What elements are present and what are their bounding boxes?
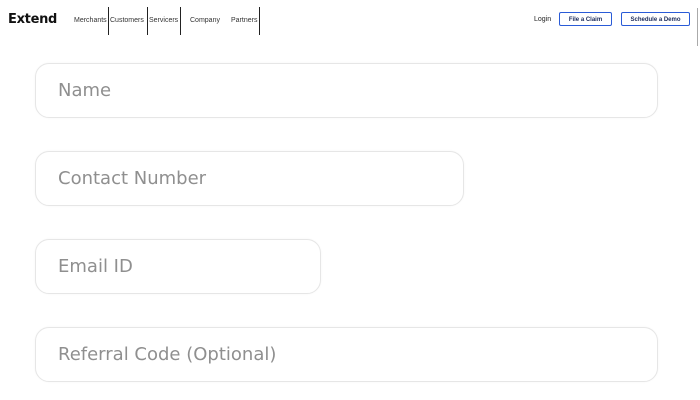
contact-number-field	[35, 151, 464, 206]
nav-item-servicers[interactable]: Servicers	[149, 7, 178, 35]
name-input[interactable]	[36, 64, 657, 117]
nav-item-company[interactable]: Company	[190, 7, 220, 35]
nav-divider	[259, 7, 260, 35]
scrollbar-edge	[697, 8, 698, 46]
referral-code-field	[35, 327, 658, 382]
file-a-claim-button[interactable]: File a Claim	[559, 12, 612, 26]
nav-item-partners[interactable]: Partners	[231, 7, 257, 35]
extend-logo[interactable]: Extend	[8, 12, 57, 27]
login-link[interactable]: Login	[534, 16, 551, 23]
email-field	[35, 239, 321, 294]
top-navigation-bar: Extend Merchants Customers Servicers Com…	[0, 0, 700, 46]
name-field	[35, 63, 658, 118]
nav-divider	[147, 7, 148, 35]
nav-divider	[180, 7, 181, 35]
nav-item-customers[interactable]: Customers	[110, 7, 144, 35]
schedule-a-demo-button[interactable]: Schedule a Demo	[621, 12, 690, 26]
contact-number-input[interactable]	[36, 152, 463, 205]
nav-item-merchants[interactable]: Merchants	[74, 7, 107, 35]
email-input[interactable]	[36, 240, 320, 293]
referral-code-input[interactable]	[36, 328, 657, 381]
nav-divider	[108, 7, 109, 35]
